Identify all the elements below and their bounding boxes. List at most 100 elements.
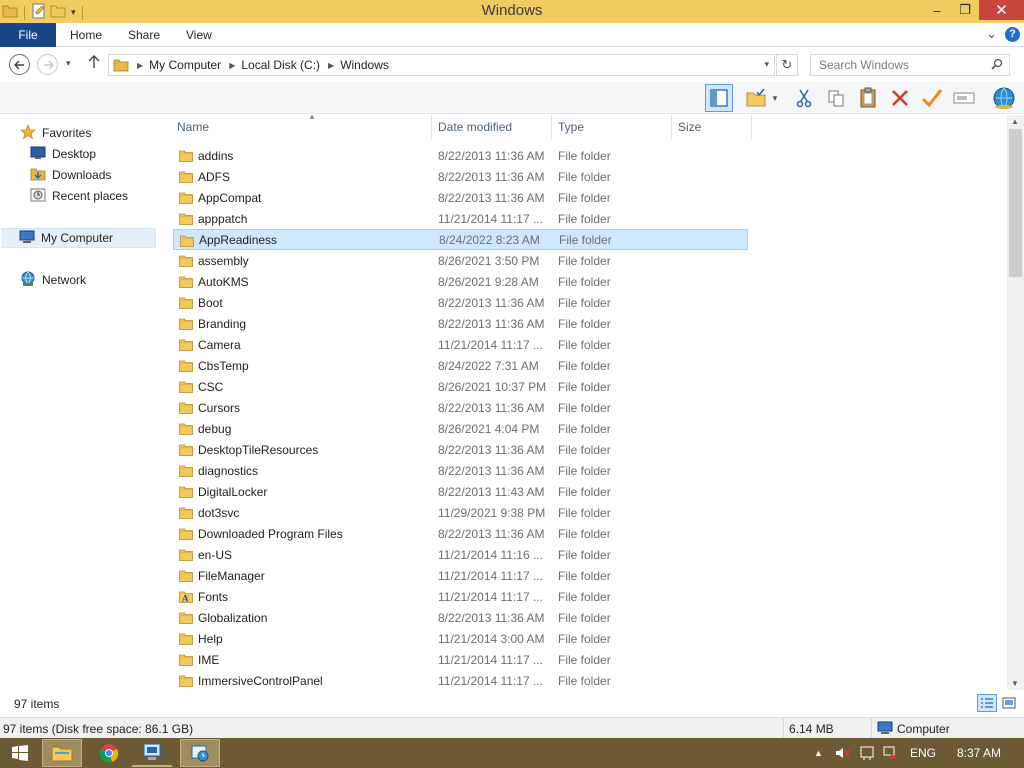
paste-button[interactable]	[854, 84, 882, 112]
table-row[interactable]: assembly 8/26/2021 3:50 PM File folder	[173, 250, 748, 271]
breadcrumb-chevron-icon[interactable]: ▶	[137, 61, 143, 70]
file-name: Camera	[198, 337, 241, 352]
folder-icon	[179, 359, 193, 375]
table-row[interactable]: CbsTemp 8/24/2022 7:31 AM File folder	[173, 355, 748, 376]
file-date-modified: 8/24/2022 8:23 AM	[439, 232, 540, 247]
tab-view[interactable]: View	[186, 28, 212, 42]
up-button[interactable]	[88, 55, 100, 73]
cut-button[interactable]	[790, 84, 818, 112]
tab-file[interactable]: File	[0, 23, 56, 47]
taskbar-clock[interactable]: 8:37 AM	[957, 746, 1001, 760]
table-row[interactable]: Camera 11/21/2014 11:17 ... File folder	[173, 334, 748, 355]
scroll-thumb[interactable]	[1009, 129, 1022, 277]
table-row[interactable]: DesktopTileResources 8/22/2013 11:36 AM Fi…	[173, 439, 748, 460]
vertical-scrollbar[interactable]: ▲ ▼	[1007, 115, 1024, 690]
table-row[interactable]: Cursors 8/22/2013 11:36 AM File folder	[173, 397, 748, 418]
nav-my-computer[interactable]: My Computer	[2, 228, 156, 248]
file-date-modified: 8/22/2013 11:36 AM	[438, 400, 545, 415]
recent-locations-icon[interactable]: ▾	[66, 58, 71, 69]
select-dropdown-button[interactable]: ▾	[768, 84, 782, 112]
forward-button[interactable]	[37, 54, 58, 75]
column-header-name[interactable]: ▲ Name	[171, 115, 432, 139]
nav-favorites[interactable]: Favorites	[20, 123, 91, 143]
table-row[interactable]: Help 11/21/2014 3:00 AM File folder	[173, 628, 748, 649]
nav-recent-places[interactable]: Recent places	[30, 186, 128, 206]
expand-ribbon-icon[interactable]: ⌄	[986, 26, 997, 42]
table-row[interactable]: A Fonts 11/21/2014 11:17 ... File folder	[173, 586, 748, 607]
search-box[interactable]	[810, 54, 1010, 76]
help-icon[interactable]: ?	[1005, 26, 1020, 42]
table-row[interactable]: CSC 8/26/2021 10:37 PM File folder	[173, 376, 748, 397]
details-view-button[interactable]	[977, 694, 997, 712]
address-dropdown-icon[interactable]: ▾	[764, 59, 769, 70]
title-bar: ▾ Windows – ❐ ✕	[0, 0, 1024, 23]
large-icons-view-button[interactable]	[999, 694, 1019, 712]
taskbar-file-explorer[interactable]	[42, 739, 82, 767]
volume-muted-icon[interactable]	[834, 745, 850, 764]
breadcrumb-my-computer[interactable]: My Computer	[149, 58, 221, 72]
folder-icon	[179, 317, 193, 333]
table-row[interactable]: ImmersiveControlPanel 11/21/2014 11:17 ..…	[173, 670, 748, 690]
table-row[interactable]: en-US 11/21/2014 11:16 ... File folder	[173, 544, 748, 565]
preview-pane-button[interactable]	[705, 84, 733, 112]
rename-button[interactable]	[950, 84, 978, 112]
table-row[interactable]: AppCompat 8/22/2013 11:36 AM File folder	[173, 187, 748, 208]
input-language[interactable]: ENG	[910, 746, 936, 760]
start-button[interactable]	[0, 739, 40, 767]
folder-icon	[179, 569, 193, 585]
table-row[interactable]: IME 11/21/2014 11:17 ... File folder	[173, 649, 748, 670]
scroll-down-icon[interactable]: ▼	[1011, 679, 1019, 688]
close-button[interactable]: ✕	[979, 0, 1024, 20]
file-date-modified: 8/26/2021 9:28 AM	[438, 274, 539, 289]
tab-home[interactable]: Home	[70, 28, 102, 42]
select-folder-button[interactable]	[742, 84, 770, 112]
column-header-type[interactable]: Type	[552, 115, 672, 139]
search-input[interactable]	[811, 55, 981, 75]
table-row[interactable]: Globalization 8/22/2013 11:36 AM File fold…	[173, 607, 748, 628]
breadcrumb-local-disk[interactable]: Local Disk (C:)	[241, 58, 320, 72]
folder-icon	[179, 653, 193, 669]
taskbar-control-panel[interactable]	[180, 739, 220, 767]
table-row[interactable]: AppReadiness 8/24/2022 8:23 AM File folder	[173, 229, 748, 250]
delete-button[interactable]	[886, 84, 914, 112]
table-row[interactable]: diagnostics 8/22/2013 11:36 AM File folder	[173, 460, 748, 481]
column-header-size[interactable]: Size	[672, 115, 752, 139]
refresh-icon: ↻	[781, 57, 793, 72]
table-row[interactable]: FileManager 11/21/2014 11:17 ... File fold…	[173, 565, 748, 586]
file-name: IME	[198, 652, 220, 667]
table-row[interactable]: debug 8/26/2021 4:04 PM File folder	[173, 418, 748, 439]
table-row[interactable]: dot3svc 11/29/2021 9:38 PM File folder	[173, 502, 748, 523]
taskbar-remote-desktop[interactable]	[132, 739, 172, 767]
table-row[interactable]: Boot 8/22/2013 11:36 AM File folder	[173, 292, 748, 313]
breadcrumb-chevron-icon[interactable]: ▶	[328, 61, 334, 70]
address-bar[interactable]: ▶ My Computer ▶ Local Disk (C:) ▶ Window…	[108, 54, 775, 76]
refresh-button[interactable]: ↻	[776, 54, 798, 76]
table-row[interactable]: Downloaded Program Files 8/22/2013 11:36 …	[173, 523, 748, 544]
table-row[interactable]: ADFS 8/22/2013 11:36 AM File folder	[173, 166, 748, 187]
breadcrumb-windows[interactable]: Windows	[340, 58, 389, 72]
taskbar-chrome[interactable]	[89, 739, 129, 767]
nav-network[interactable]: Network	[20, 270, 86, 290]
nav-desktop[interactable]: Desktop	[30, 144, 96, 164]
folder-icon	[179, 674, 193, 690]
table-row[interactable]: Branding 8/22/2013 11:36 AM File folder	[173, 313, 748, 334]
table-row[interactable]: DigitalLocker 8/22/2013 11:43 AM File fold…	[173, 481, 748, 502]
breadcrumb-chevron-icon[interactable]: ▶	[229, 61, 235, 70]
column-header-date[interactable]: Date modified	[432, 115, 552, 139]
action-center-icon[interactable]	[859, 745, 875, 764]
back-button[interactable]	[9, 54, 30, 75]
internet-button[interactable]	[990, 84, 1018, 112]
file-type: File folder	[558, 379, 611, 394]
show-hidden-icons-icon[interactable]: ▲	[814, 748, 823, 758]
nav-downloads[interactable]: Downloads	[30, 165, 111, 185]
maximize-button[interactable]: ❐	[951, 0, 979, 20]
properties-button[interactable]	[918, 84, 946, 112]
minimize-button[interactable]: –	[923, 0, 951, 20]
table-row[interactable]: apppatch 11/21/2014 11:17 ... File folder	[173, 208, 748, 229]
tab-share[interactable]: Share	[128, 28, 160, 42]
scroll-up-icon[interactable]: ▲	[1011, 117, 1019, 126]
copy-button[interactable]	[822, 84, 850, 112]
network-disconnected-icon[interactable]	[882, 745, 898, 764]
table-row[interactable]: addins 8/22/2013 11:36 AM File folder	[173, 145, 748, 166]
table-row[interactable]: AutoKMS 8/26/2021 9:28 AM File folder	[173, 271, 748, 292]
